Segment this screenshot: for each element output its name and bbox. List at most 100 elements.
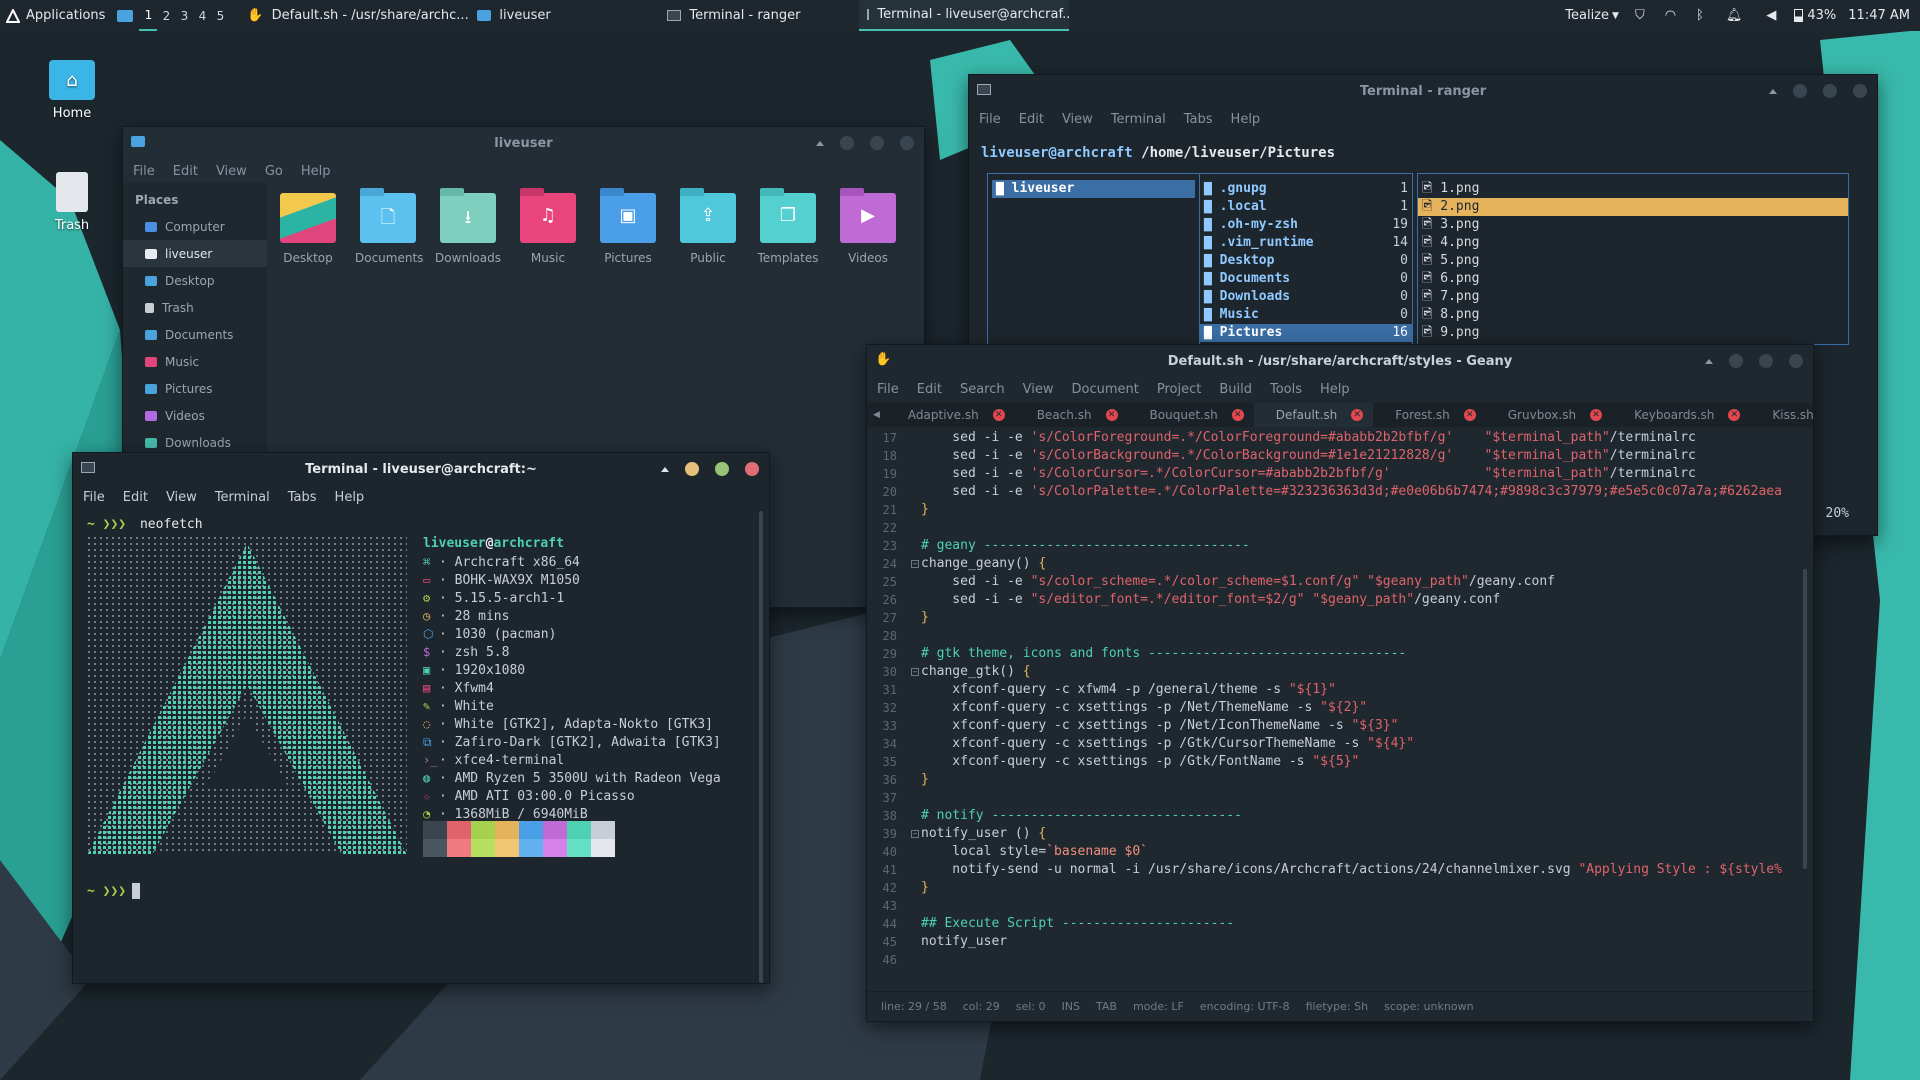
close-tab-icon[interactable]: ✕ bbox=[992, 409, 1005, 421]
list-item[interactable]: ▇ Music 0 bbox=[1200, 306, 1412, 324]
menu-view[interactable]: View bbox=[1023, 382, 1054, 397]
menu-help[interactable]: Help bbox=[301, 164, 331, 179]
menu-file[interactable]: File bbox=[979, 112, 1001, 127]
list-item[interactable]: 🖻 1.png bbox=[1418, 180, 1848, 198]
menu-edit[interactable]: Edit bbox=[1019, 112, 1044, 127]
tab-forest[interactable]: Forest.sh ✕ bbox=[1373, 403, 1486, 427]
place-videos[interactable]: Videos bbox=[123, 402, 267, 429]
list-item[interactable]: ▇ .gnupg 1 bbox=[1200, 180, 1412, 198]
menu-edit[interactable]: Edit bbox=[917, 382, 942, 397]
list-item[interactable]: ▇ Pictures 16 bbox=[1200, 324, 1412, 342]
close-tab-icon[interactable]: ✕ bbox=[1590, 409, 1603, 421]
folder-templates[interactable]: ❐ Templates bbox=[755, 188, 821, 265]
window-titlebar[interactable]: liveuser bbox=[123, 127, 924, 159]
battery-indicator[interactable]: 43% bbox=[1788, 0, 1842, 31]
window-titlebar[interactable]: Terminal - ranger bbox=[969, 75, 1877, 107]
maximize-button[interactable] bbox=[1759, 354, 1773, 368]
menu-help[interactable]: Help bbox=[1231, 112, 1261, 127]
workspace-5[interactable]: 5 bbox=[211, 0, 229, 31]
close-button[interactable] bbox=[1853, 84, 1867, 98]
volume-icon[interactable]: ◀︎ bbox=[1754, 0, 1788, 31]
list-item[interactable]: 🖻 8.png bbox=[1418, 306, 1848, 324]
task-file-manager[interactable]: liveuser bbox=[469, 0, 659, 31]
folder-videos[interactable]: ▶ Videos bbox=[835, 188, 901, 265]
tab-keyboards[interactable]: Keyboards.sh ✕ bbox=[1612, 403, 1750, 427]
desktop-icon-trash[interactable]: Trash bbox=[32, 172, 112, 233]
workspace-4[interactable]: 4 bbox=[193, 0, 211, 31]
close-tab-icon[interactable]: ✕ bbox=[1728, 409, 1741, 421]
workspace-1[interactable]: 1 bbox=[139, 0, 158, 31]
tab-beach[interactable]: Beach.sh ✕ bbox=[1015, 403, 1128, 427]
task-terminal-neofetch[interactable]: Terminal - liveuser@archcraf... bbox=[859, 0, 1070, 31]
list-item[interactable]: 🖻 5.png bbox=[1418, 252, 1848, 270]
close-tab-icon[interactable]: ✕ bbox=[1231, 409, 1244, 421]
menu-search[interactable]: Search bbox=[960, 382, 1005, 397]
menu-tools[interactable]: Tools bbox=[1270, 382, 1302, 397]
desktop-icon-home[interactable]: ⌂ Home bbox=[32, 60, 112, 121]
folder-pictures[interactable]: ▣ Pictures bbox=[595, 188, 661, 265]
workspace-3[interactable]: 3 bbox=[175, 0, 193, 31]
list-item[interactable]: ▇ Desktop 0 bbox=[1200, 252, 1412, 270]
list-item[interactable]: ▇ .oh-my-zsh 19 bbox=[1200, 216, 1412, 234]
list-item[interactable]: 🖻 4.png bbox=[1418, 234, 1848, 252]
menu-terminal[interactable]: Terminal bbox=[215, 490, 270, 505]
shade-button[interactable] bbox=[1769, 88, 1777, 94]
folder-music[interactable]: ♫ Music bbox=[515, 188, 581, 265]
close-button[interactable] bbox=[900, 136, 914, 150]
shade-button[interactable] bbox=[661, 466, 669, 472]
place-desktop[interactable]: Desktop bbox=[123, 267, 267, 294]
place-documents[interactable]: Documents bbox=[123, 321, 267, 348]
menu-document[interactable]: Document bbox=[1071, 382, 1138, 397]
task-geany[interactable]: ✋ Default.sh - /usr/share/archc... bbox=[239, 0, 469, 31]
shield-icon[interactable]: ⛉ bbox=[1625, 0, 1655, 31]
list-item[interactable]: 🖻 3.png bbox=[1418, 216, 1848, 234]
folder-public[interactable]: ⇪ Public bbox=[675, 188, 741, 265]
close-button[interactable] bbox=[745, 462, 759, 476]
shade-button[interactable] bbox=[1705, 358, 1713, 364]
place-pictures[interactable]: Pictures bbox=[123, 375, 267, 402]
menu-project[interactable]: Project bbox=[1157, 382, 1201, 397]
place-music[interactable]: Music bbox=[123, 348, 267, 375]
menu-view[interactable]: View bbox=[166, 490, 197, 505]
folder-documents[interactable]: 🗋 Documents bbox=[355, 188, 423, 265]
close-tab-icon[interactable]: ✕ bbox=[1463, 409, 1476, 421]
file-manager-launcher[interactable] bbox=[111, 0, 139, 31]
place-trash[interactable]: Trash bbox=[123, 294, 267, 321]
close-button[interactable] bbox=[1789, 354, 1803, 368]
list-item[interactable]: ▇ .local 1 bbox=[1200, 198, 1412, 216]
window-titlebar[interactable]: ✋ Default.sh - /usr/share/archcraft/styl… bbox=[867, 345, 1813, 377]
task-terminal-ranger[interactable]: Terminal - ranger bbox=[659, 0, 859, 31]
place-computer[interactable]: Computer bbox=[123, 213, 267, 240]
close-tab-icon[interactable]: ✕ bbox=[1351, 409, 1364, 421]
tab-gruvbox[interactable]: Gruvbox.sh ✕ bbox=[1486, 403, 1612, 427]
list-item[interactable]: 🖻 2.png bbox=[1418, 198, 1848, 216]
list-item[interactable]: ▇ Documents 0 bbox=[1200, 270, 1412, 288]
place-home[interactable]: liveuser bbox=[123, 240, 267, 267]
menu-edit[interactable]: Edit bbox=[173, 164, 198, 179]
fold-marker-icon[interactable]: − bbox=[911, 560, 919, 568]
menu-view[interactable]: View bbox=[1062, 112, 1093, 127]
menu-terminal[interactable]: Terminal bbox=[1111, 112, 1166, 127]
maximize-button[interactable] bbox=[715, 462, 729, 476]
list-item[interactable]: ▇ .vim_runtime 14 bbox=[1200, 234, 1412, 252]
tab-adaptive[interactable]: Adaptive.sh ✕ bbox=[886, 403, 1015, 427]
list-item[interactable]: ▇ Downloads 0 bbox=[1200, 288, 1412, 306]
keyboard-layout-menu[interactable]: Tealize ▼ bbox=[1559, 0, 1625, 31]
tab-bouquet[interactable]: Bouquet.sh ✕ bbox=[1128, 403, 1254, 427]
menu-edit[interactable]: Edit bbox=[123, 490, 148, 505]
applications-menu[interactable]: Applications bbox=[0, 0, 111, 31]
fold-marker-icon[interactable]: − bbox=[911, 668, 919, 676]
shade-button[interactable] bbox=[816, 140, 824, 146]
menu-help[interactable]: Help bbox=[1320, 382, 1350, 397]
folder-downloads[interactable]: ⭳ Downloads bbox=[435, 188, 501, 265]
vertical-scrollbar[interactable] bbox=[1803, 569, 1807, 869]
menu-tabs[interactable]: Tabs bbox=[288, 490, 317, 505]
fold-marker-icon[interactable]: − bbox=[911, 830, 919, 838]
menu-view[interactable]: View bbox=[216, 164, 247, 179]
close-tab-icon[interactable]: ✕ bbox=[1105, 409, 1118, 421]
menu-build[interactable]: Build bbox=[1219, 382, 1252, 397]
maximize-button[interactable] bbox=[1823, 84, 1837, 98]
workspace-2[interactable]: 2 bbox=[157, 0, 175, 31]
menu-file[interactable]: File bbox=[133, 164, 155, 179]
code-editor[interactable]: 17 18 19 20 21 22 23 24 25 26 27 28 29 30 31 32 33 34 35 36… bbox=[867, 429, 1813, 979]
